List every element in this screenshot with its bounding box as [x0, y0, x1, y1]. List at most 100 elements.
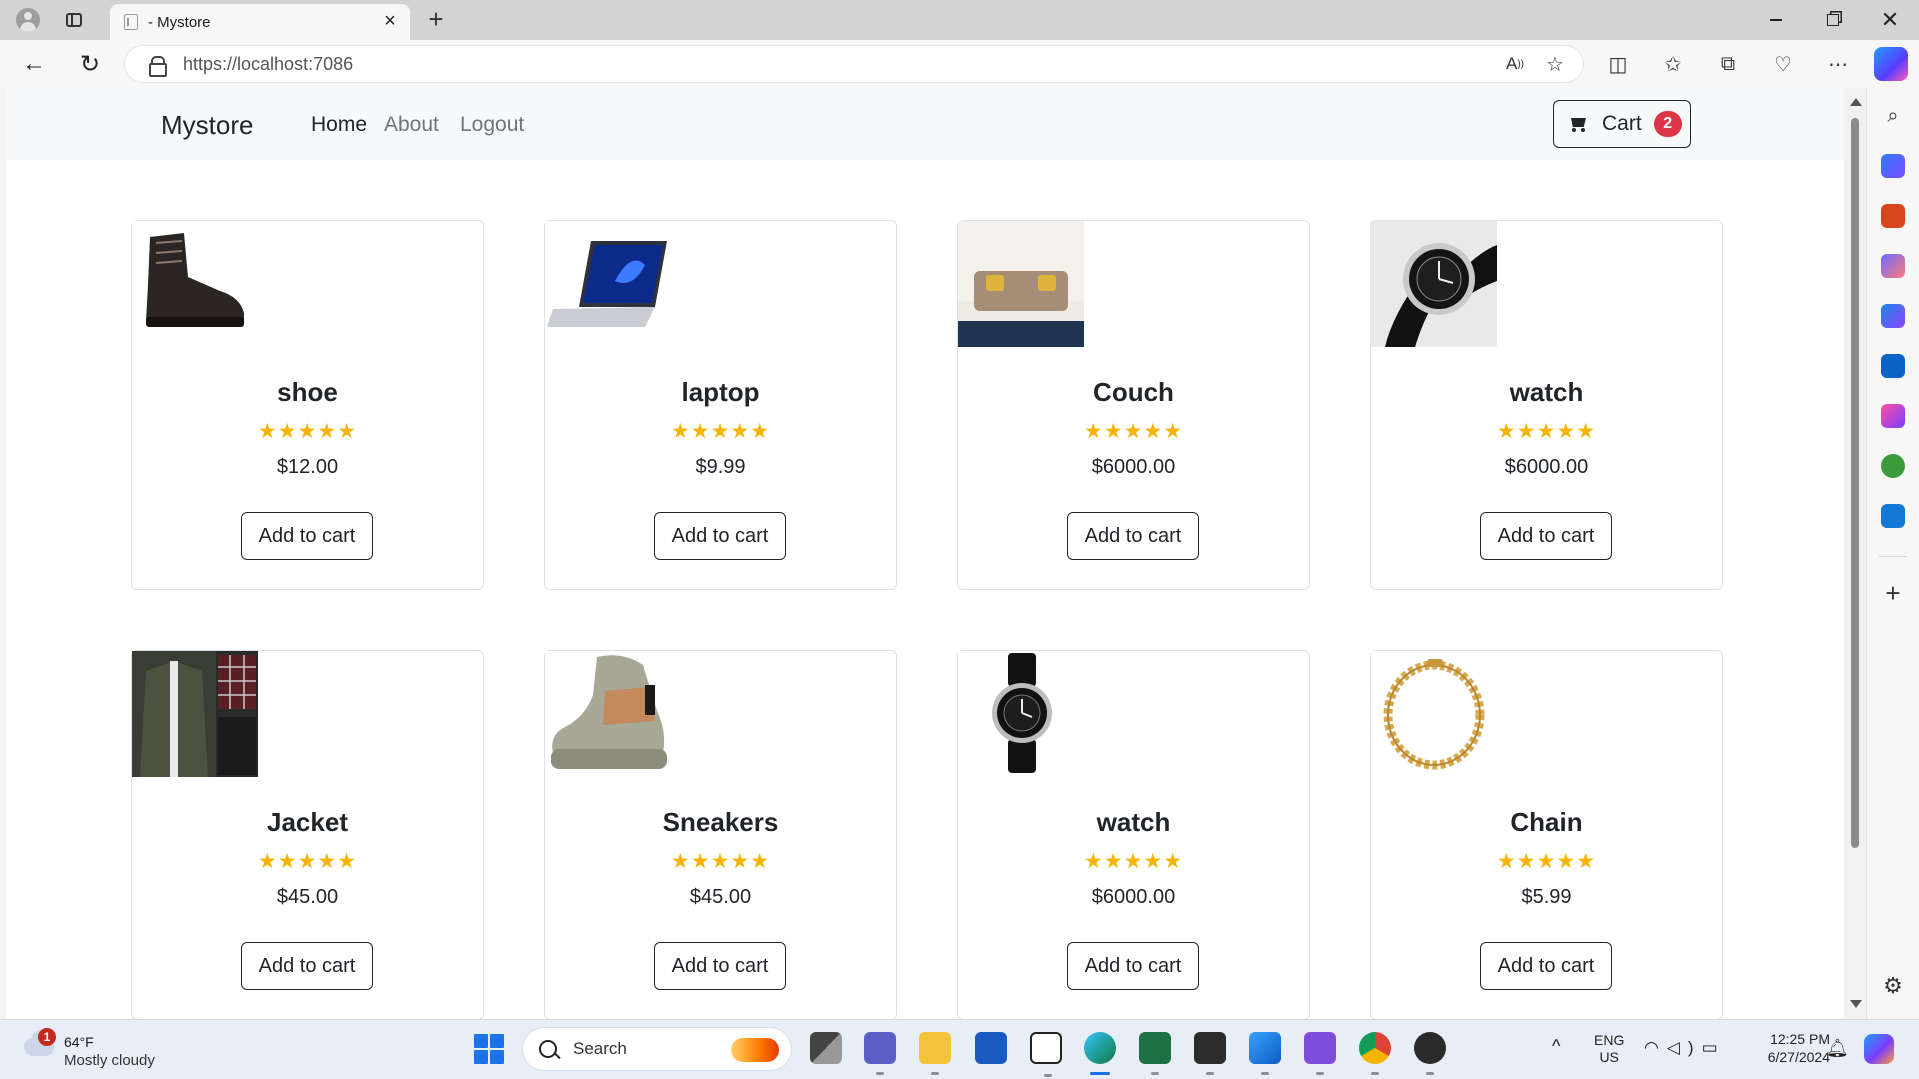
- edge-icon[interactable]: [1084, 1032, 1116, 1075]
- send-icon[interactable]: [1881, 504, 1905, 528]
- media-player-icon[interactable]: [1414, 1032, 1446, 1075]
- notification-bell-icon[interactable]: 🔔︎: [1826, 1038, 1849, 1059]
- favorite-star-icon[interactable]: ☆: [1535, 48, 1575, 80]
- add-to-cart-button[interactable]: Add to cart: [1067, 942, 1199, 990]
- page-scrollbar[interactable]: [1846, 88, 1864, 1019]
- read-aloud-icon[interactable]: A)): [1495, 48, 1535, 80]
- address-bar[interactable]: https://localhost:7086 A)) ☆: [124, 45, 1584, 83]
- product-image-sneakers[interactable]: [545, 651, 671, 777]
- games-icon[interactable]: [1881, 254, 1905, 278]
- word-icon[interactable]: [975, 1032, 1007, 1064]
- add-to-cart-button[interactable]: Add to cart: [1480, 512, 1612, 560]
- favicon-icon: [124, 14, 138, 30]
- browser-tab[interactable]: - Mystore ×: [110, 4, 410, 40]
- visual-studio-icon[interactable]: [1304, 1032, 1336, 1075]
- teams-icon[interactable]: [864, 1032, 896, 1075]
- cart-count-badge: 2: [1653, 111, 1682, 137]
- reload-button[interactable]: ↻: [73, 48, 107, 80]
- weather-alert-badge: 1: [38, 1028, 56, 1046]
- add-to-cart-button[interactable]: Add to cart: [654, 942, 786, 990]
- add-to-cart-button[interactable]: Add to cart: [1480, 942, 1612, 990]
- product-price: $5.99: [1521, 886, 1572, 908]
- url-text[interactable]: https://localhost:7086: [183, 54, 1495, 75]
- nav-home-link[interactable]: Home: [311, 113, 367, 137]
- system-tray-icons[interactable]: ◠◁)▭: [1644, 1038, 1726, 1058]
- settings-icon[interactable]: ⚙: [1881, 974, 1905, 998]
- restore-button[interactable]: [1805, 0, 1861, 40]
- terminal-icon[interactable]: [1194, 1032, 1226, 1075]
- back-button[interactable]: ←: [17, 48, 51, 80]
- collections-icon[interactable]: ⧉: [1710, 48, 1746, 80]
- search-icon[interactable]: ⌕: [1881, 104, 1905, 128]
- star-rating-icon: ★★★★★: [670, 850, 771, 873]
- copilot-icon[interactable]: [1864, 1034, 1894, 1064]
- search-placeholder: Search: [573, 1039, 627, 1058]
- product-grid: shoe ★★★★★ $12.00 Add to cart laptop ★★★…: [131, 220, 1728, 1019]
- scroll-up-icon[interactable]: [1850, 98, 1862, 106]
- favorites-icon[interactable]: ✩: [1655, 48, 1691, 80]
- product-card: Chain ★★★★★ $5.99 Add to cart: [1370, 650, 1723, 1019]
- tab-actions-button[interactable]: [60, 8, 88, 32]
- tools-icon[interactable]: [1881, 204, 1905, 228]
- copilot-icon[interactable]: [1874, 47, 1908, 81]
- cart-button[interactable]: Cart 2: [1553, 100, 1691, 148]
- product-card: shoe ★★★★★ $12.00 Add to cart: [131, 220, 484, 590]
- volume-icon[interactable]: ◁): [1667, 1038, 1702, 1057]
- add-to-cart-button[interactable]: Add to cart: [241, 512, 373, 560]
- chrome-icon[interactable]: [1359, 1032, 1391, 1075]
- product-image-watch[interactable]: [1371, 221, 1497, 347]
- add-to-cart-button[interactable]: Add to cart: [241, 942, 373, 990]
- browser-essentials-icon[interactable]: ♡: [1765, 48, 1801, 80]
- tab-actions-icon: [66, 13, 82, 27]
- back-icon: ←: [22, 50, 46, 77]
- product-title: laptop: [681, 377, 760, 407]
- product-image-jacket[interactable]: [132, 651, 258, 777]
- language-indicator[interactable]: ENG US: [1594, 1032, 1624, 1066]
- taskbar-clock[interactable]: 12:25 PM 6/27/2024: [1740, 1030, 1830, 1066]
- product-image-chain[interactable]: [1371, 651, 1497, 777]
- site-navbar: Mystore Home About Logout Cart 2: [6, 88, 1844, 160]
- new-tab-button[interactable]: +: [422, 6, 450, 34]
- product-image-shoe[interactable]: [132, 221, 258, 347]
- lock-icon[interactable]: [149, 56, 167, 77]
- close-icon[interactable]: ×: [378, 10, 402, 34]
- product-image-watch[interactable]: [958, 651, 1084, 777]
- brand-link[interactable]: Mystore: [161, 110, 253, 141]
- product-price: $12.00: [276, 456, 339, 478]
- scroll-down-icon[interactable]: [1850, 1000, 1862, 1008]
- scroll-thumb[interactable]: [1851, 118, 1859, 848]
- wifi-icon[interactable]: ◠: [1644, 1038, 1667, 1057]
- microsoft-365-icon[interactable]: [1881, 304, 1905, 328]
- product-card: Sneakers ★★★★★ $45.00 Add to cart: [544, 650, 897, 1019]
- nav-logout-link[interactable]: Logout: [460, 113, 524, 137]
- excel-icon[interactable]: [1139, 1032, 1171, 1075]
- outlook-icon[interactable]: [1881, 354, 1905, 378]
- task-view-icon[interactable]: [810, 1032, 842, 1064]
- designer-icon[interactable]: [1881, 404, 1905, 428]
- weather-temperature: 64°F: [64, 1034, 94, 1050]
- weather-widget[interactable]: 1 64°F Mostly cloudy: [20, 1028, 180, 1072]
- more-icon[interactable]: ⋯: [1820, 48, 1856, 80]
- shopping-icon[interactable]: [1881, 154, 1905, 178]
- add-icon[interactable]: +: [1881, 580, 1905, 606]
- taskbar-search[interactable]: Search: [522, 1027, 792, 1071]
- minimize-button[interactable]: [1748, 0, 1804, 40]
- nav-about-link[interactable]: About: [384, 113, 439, 137]
- product-card: laptop ★★★★★ $9.99 Add to cart: [544, 220, 897, 590]
- star-rating-icon: ★★★★★: [670, 420, 771, 443]
- tree-icon[interactable]: [1881, 454, 1905, 478]
- profile-button[interactable]: [10, 6, 46, 34]
- chevron-up-icon[interactable]: ^: [1552, 1036, 1560, 1057]
- windows-start-icon[interactable]: [474, 1034, 504, 1064]
- photos-icon[interactable]: [1249, 1032, 1281, 1075]
- file-explorer-icon[interactable]: [919, 1032, 951, 1075]
- product-title: Jacket: [267, 807, 348, 837]
- paint-icon[interactable]: [1030, 1032, 1062, 1077]
- add-to-cart-button[interactable]: Add to cart: [1067, 512, 1199, 560]
- add-to-cart-button[interactable]: Add to cart: [654, 512, 786, 560]
- product-image-laptop[interactable]: [545, 221, 671, 347]
- close-window-button[interactable]: ✕: [1862, 0, 1918, 40]
- product-image-couch[interactable]: [958, 221, 1084, 347]
- battery-icon[interactable]: ▭: [1702, 1038, 1726, 1057]
- split-screen-icon[interactable]: ◫: [1600, 48, 1636, 80]
